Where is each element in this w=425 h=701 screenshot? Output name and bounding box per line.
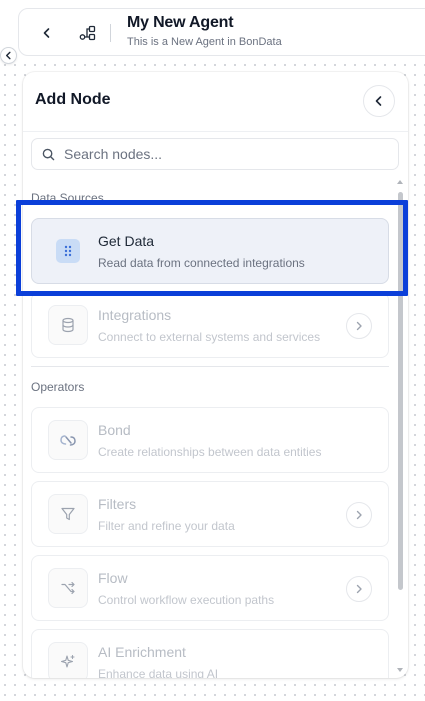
node-title: Filters	[98, 496, 137, 512]
node-integrations[interactable]: Integrations Connect to external systems…	[31, 292, 389, 358]
chevron-left-icon	[375, 96, 382, 106]
node-description: Connect to external systems and services	[98, 330, 321, 344]
back-button[interactable]	[36, 22, 58, 44]
panel-scrollbar[interactable]	[397, 180, 403, 674]
section-divider	[31, 366, 389, 367]
scrollbar-thumb[interactable]	[398, 192, 403, 590]
node-description: Create relationships between data entiti…	[98, 445, 322, 459]
section-label-data-sources: Data Sources	[31, 191, 104, 205]
scroll-up-arrow[interactable]	[397, 180, 403, 184]
collapse-panel-button[interactable]	[0, 47, 17, 64]
dots-grid-icon	[56, 239, 80, 263]
header-divider	[110, 24, 111, 42]
chevron-right-icon	[356, 321, 362, 331]
expand-chevron-button[interactable]	[346, 576, 372, 602]
expand-chevron-button[interactable]	[346, 502, 372, 528]
search-box[interactable]	[31, 138, 399, 170]
section-label-operators: Operators	[31, 380, 85, 394]
filter-icon	[48, 494, 88, 534]
node-title: Flow	[98, 570, 128, 586]
node-title: AI Enrichment	[98, 644, 186, 660]
agent-subtitle: This is a New Agent in BonData	[127, 36, 282, 48]
chevron-left-icon	[5, 51, 11, 60]
node-title: Get Data	[98, 233, 155, 249]
expand-chevron-button[interactable]	[346, 313, 372, 339]
node-description: Read data from connected integrations	[98, 256, 305, 270]
link-icon	[48, 420, 88, 460]
panel-divider	[23, 131, 408, 132]
shuffle-icon	[48, 568, 88, 608]
agent-title: My New Agent	[127, 14, 234, 31]
node-description: Enhance data using AI	[98, 667, 219, 678]
node-title: Integrations	[98, 307, 172, 323]
database-icon	[48, 305, 88, 345]
add-node-panel: Add Node Data Sources Get Data Read data…	[23, 72, 408, 678]
scroll-down-arrow[interactable]	[397, 668, 403, 672]
node-bond[interactable]: Bond Create relationships between data e…	[31, 407, 389, 473]
node-description: Control workflow execution paths	[98, 593, 275, 607]
chevron-right-icon	[356, 510, 362, 520]
node-ai-enrichment[interactable]: AI Enrichment Enhance data using AI	[31, 629, 389, 678]
workflow-icon[interactable]	[77, 22, 99, 44]
sparkle-icon	[48, 642, 88, 678]
close-panel-button[interactable]	[363, 85, 395, 117]
node-description: Filter and refine your data	[98, 519, 235, 533]
chevron-right-icon	[356, 584, 362, 594]
node-get-data[interactable]: Get Data Read data from connected integr…	[31, 218, 389, 284]
node-filters[interactable]: Filters Filter and refine your data	[31, 481, 389, 547]
chevron-left-icon	[43, 28, 50, 38]
search-input[interactable]	[64, 143, 384, 165]
node-flow[interactable]: Flow Control workflow execution paths	[31, 555, 389, 621]
node-title: Bond	[98, 422, 131, 438]
search-icon	[42, 148, 55, 161]
panel-title: Add Node	[35, 91, 111, 108]
